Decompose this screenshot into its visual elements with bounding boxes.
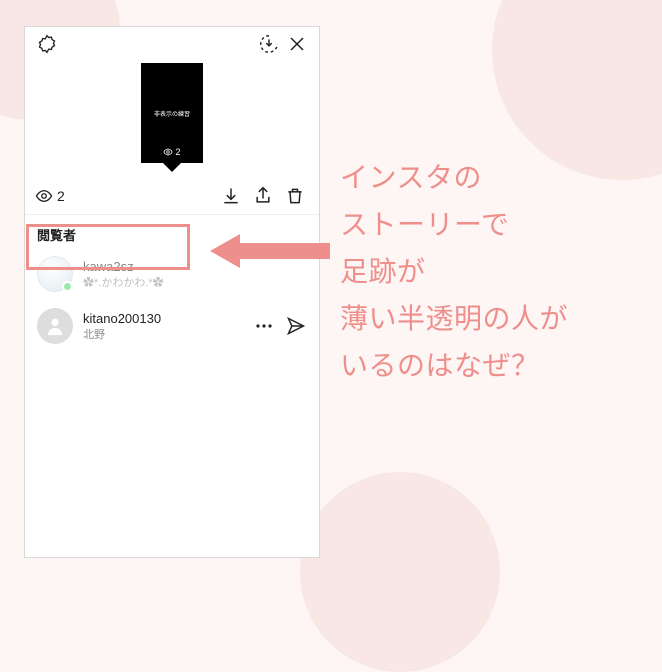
- close-icon[interactable]: [283, 30, 311, 58]
- viewers-section-header: 閲覧者: [25, 215, 319, 248]
- save-to-archive-icon[interactable]: [255, 30, 283, 58]
- viewer-username: kitano200130: [83, 311, 161, 326]
- story-thumb-label: 非表示の練習: [154, 109, 190, 118]
- settings-icon[interactable]: [33, 30, 61, 58]
- viewer-displayname: ✿*.かわかわ.*✿: [83, 274, 164, 290]
- viewer-row[interactable]: kitano200130 北野: [25, 300, 319, 352]
- annotation-line: 薄い半透明の人が: [340, 295, 650, 342]
- viewer-username: kawa2sz: [83, 259, 164, 274]
- annotation-line: インスタの: [340, 154, 650, 201]
- annotation-line: 足跡が: [340, 248, 650, 295]
- viewer-displayname: 北野: [83, 326, 161, 342]
- viewers-summary-bar: 2: [25, 177, 319, 215]
- story-thumb-views: 2: [141, 147, 203, 157]
- phone-frame: 非表示の練習 2 2: [24, 26, 320, 558]
- thumb-view-count: 2: [175, 147, 180, 157]
- more-icon[interactable]: [253, 312, 275, 340]
- story-thumbnail[interactable]: 非表示の練習 2: [141, 63, 203, 163]
- share-icon[interactable]: [249, 182, 277, 210]
- annotation-text: インスタの ストーリーで 足跡が 薄い半透明の人が いるのはなぜ？: [340, 154, 650, 389]
- delete-icon[interactable]: [281, 182, 309, 210]
- annotation-line: いるのはなぜ？: [340, 342, 650, 389]
- story-thumb-area: 非表示の練習 2: [25, 61, 319, 177]
- thumb-selected-caret: [163, 163, 181, 172]
- avatar: [37, 308, 73, 344]
- online-dot: [62, 281, 73, 292]
- download-icon[interactable]: [217, 182, 245, 210]
- story-topbar: [25, 27, 319, 61]
- avatar: [37, 256, 73, 292]
- viewers-count: 2: [57, 188, 65, 204]
- bg-decor: [300, 472, 500, 672]
- send-icon[interactable]: [285, 312, 307, 340]
- bg-decor: [492, 0, 662, 180]
- eye-icon: [35, 187, 53, 205]
- viewer-row[interactable]: kawa2sz ✿*.かわかわ.*✿: [25, 248, 319, 300]
- annotation-line: ストーリーで: [340, 201, 650, 248]
